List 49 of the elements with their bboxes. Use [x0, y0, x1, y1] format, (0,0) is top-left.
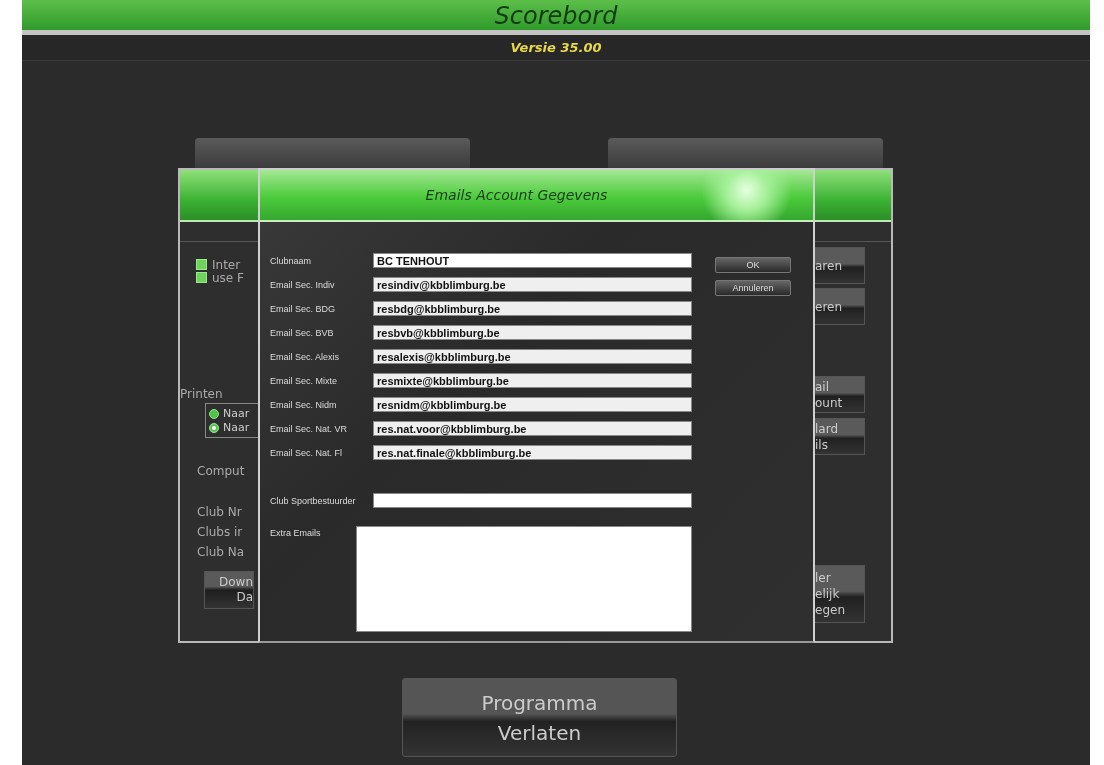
text-field[interactable]: resbvb@kbblimburg.be — [373, 325, 692, 340]
dialog-title: Emails Account Gegevens — [425, 187, 608, 203]
side-button[interactable]: ail ount — [815, 376, 865, 413]
field-label: Email Sec. BDG — [270, 303, 337, 314]
field-label: Club Na — [197, 545, 245, 559]
field-label: Email Sec. Alexis — [270, 351, 341, 362]
dialog-button[interactable]: OK — [715, 257, 791, 273]
field-label: Email Sec. BVB — [270, 327, 335, 338]
text-field[interactable]: resbdg@kbblimburg.be — [373, 301, 692, 316]
side-button[interactable]: ler elijk egen — [815, 565, 865, 623]
checkbox[interactable] — [196, 272, 207, 283]
field-label: Comput — [197, 464, 245, 478]
checkbox-label: use F — [212, 270, 244, 285]
exit-button[interactable]: Programma Verlaten — [402, 678, 677, 757]
text-field[interactable]: resnidm@kbblimburg.be — [373, 397, 692, 412]
text-field[interactable]: res.nat.voor@kbblimburg.be — [373, 421, 692, 436]
radio-button[interactable] — [209, 408, 219, 419]
text-field[interactable]: resalexis@kbblimburg.be — [373, 349, 692, 364]
dialog-button[interactable]: Annuleren — [715, 280, 791, 296]
group-label: Printen — [180, 387, 223, 401]
field-label: Email Sec. Indiv — [270, 279, 336, 290]
download-button[interactable]: Down Da — [204, 571, 254, 609]
field-label: Clubs ir — [197, 525, 243, 539]
text-field[interactable] — [373, 493, 692, 508]
checkbox[interactable] — [196, 259, 207, 270]
radio-label: Naar — [223, 421, 250, 434]
radio-label: Naar — [223, 407, 250, 420]
field-label: Email Sec. Nat. VR — [270, 423, 349, 434]
field-label: Extra Emails — [270, 527, 322, 538]
field-label: Email Sec. Mixte — [270, 375, 339, 386]
field-label: Club Nr — [197, 505, 242, 519]
version-label: Versie 35.00 — [510, 40, 602, 55]
field-label: Clubnaam — [270, 255, 313, 266]
menu-button[interactable] — [195, 138, 470, 170]
text-field[interactable]: resindiv@kbblimburg.be — [373, 277, 692, 292]
text-field[interactable]: res.nat.finale@kbblimburg.be — [373, 445, 692, 460]
field-label: Email Sec. Nidm — [270, 399, 338, 410]
menu-button[interactable] — [608, 138, 883, 170]
side-button[interactable]: lard ils — [815, 418, 865, 455]
text-area[interactable] — [356, 526, 692, 632]
text-field[interactable]: resmixte@kbblimburg.be — [373, 373, 692, 388]
text-field[interactable]: BC TENHOUT — [373, 253, 692, 268]
field-label: Email Sec. Nat. Fl — [270, 447, 344, 458]
side-button[interactable]: aren — [815, 247, 865, 284]
side-button[interactable]: eren — [815, 288, 865, 325]
app-title: Scorebord — [494, 2, 618, 30]
field-label: Club Sportbestuurder — [270, 495, 357, 506]
checkbox-label: Inter — [212, 257, 241, 272]
radio-button[interactable] — [209, 422, 219, 433]
